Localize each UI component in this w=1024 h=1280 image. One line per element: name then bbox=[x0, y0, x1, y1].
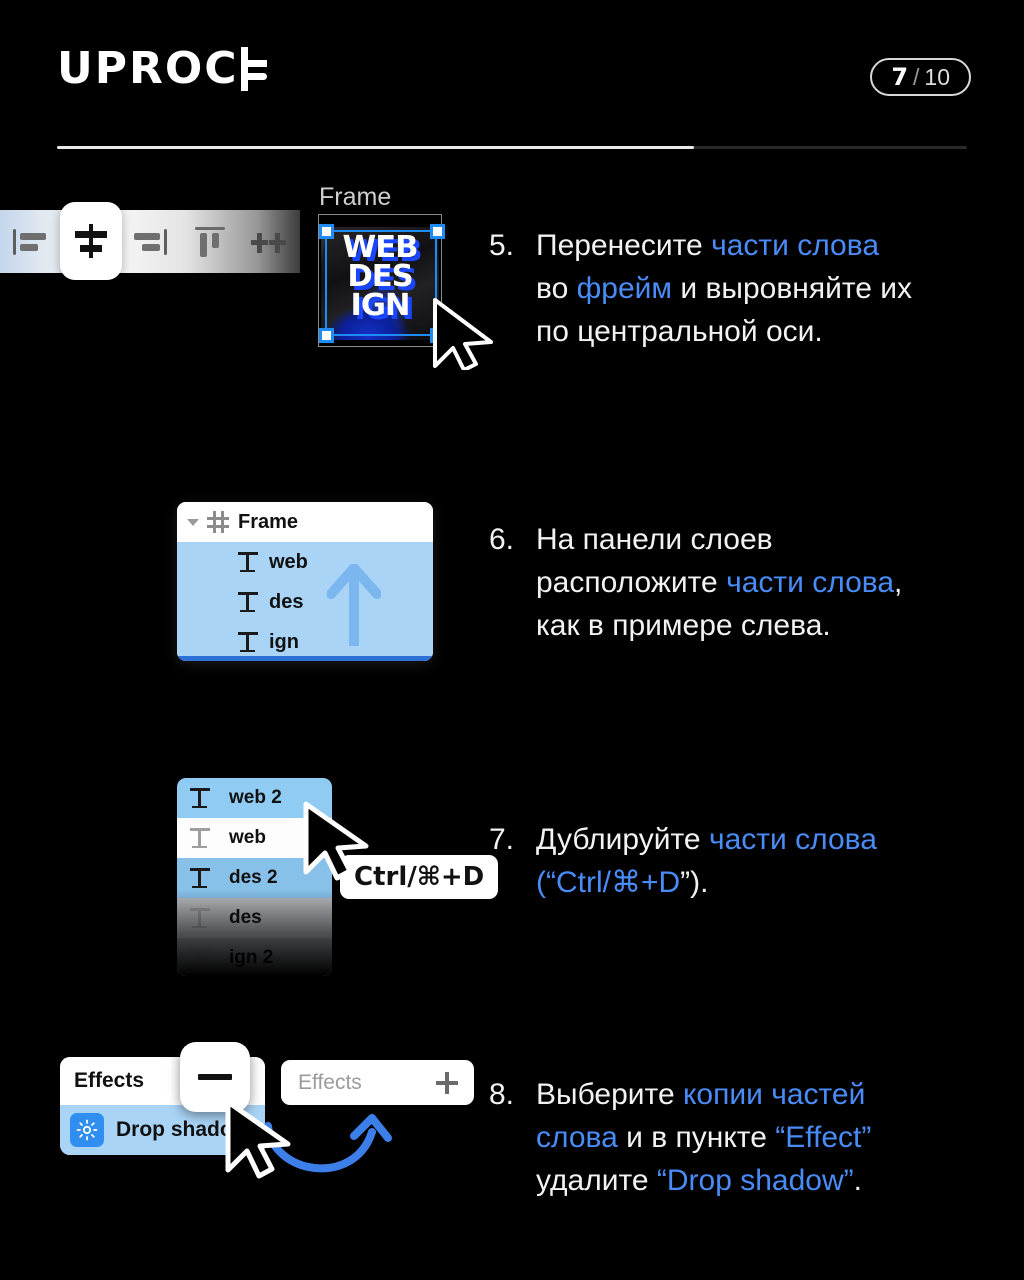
selection-rectangle bbox=[325, 230, 437, 336]
layer-name-web2: web 2 bbox=[229, 787, 282, 808]
align-left-button[interactable] bbox=[0, 210, 60, 273]
page-counter-separator: / bbox=[913, 63, 920, 90]
progress-bar-fill bbox=[57, 146, 694, 149]
selection-handle-bottom-left[interactable] bbox=[319, 328, 334, 343]
step-5-line3: по центральной оси. bbox=[536, 315, 823, 348]
step-6-line3: как в примере слева. bbox=[536, 609, 831, 642]
align-top-icon bbox=[195, 226, 225, 257]
align-right-button[interactable] bbox=[120, 210, 180, 273]
distribute-horizontal-icon bbox=[251, 229, 287, 255]
mouse-cursor-icon bbox=[222, 1098, 300, 1180]
panel-bottom-accent bbox=[177, 656, 433, 661]
layer-name-web: web bbox=[229, 827, 266, 848]
step-8-number: 8. bbox=[489, 1078, 515, 1111]
step-6-line2c: , bbox=[894, 566, 903, 599]
step-7-line2b: Ctrl/⌘+D bbox=[555, 866, 681, 899]
step-7-number: 7. bbox=[489, 823, 515, 856]
selection-handle-top-left[interactable] bbox=[319, 224, 334, 239]
layer-row-web[interactable]: web bbox=[177, 542, 433, 582]
layer-name-web: web bbox=[269, 550, 308, 573]
add-effect-button[interactable] bbox=[436, 1071, 458, 1094]
step-6-line2b: части слова bbox=[726, 566, 895, 599]
step-8-line3a: удалите bbox=[536, 1164, 657, 1197]
step-7-line2a: (“ bbox=[536, 866, 556, 899]
step-8-line3b: “Drop shadow” bbox=[656, 1164, 854, 1197]
page-counter-total: 10 bbox=[924, 63, 950, 90]
step-6-line2a: расположите bbox=[536, 566, 727, 599]
text-layer-icon bbox=[189, 827, 211, 849]
minus-icon bbox=[198, 1074, 232, 1080]
up-arrow-icon bbox=[326, 563, 382, 651]
step-8-line1a: Выберите bbox=[536, 1078, 683, 1111]
step-6-line1: На панели слоев bbox=[536, 523, 773, 556]
text-layer-icon bbox=[237, 591, 259, 613]
step-5-line2c: и выровняйте их bbox=[672, 272, 913, 305]
page-counter: 7 / 10 bbox=[870, 58, 971, 96]
step-6-text: 6. На панели слоев расположите части сло… bbox=[489, 518, 989, 647]
step-7-text: 7. Дублируйте части слова (“Ctrl/⌘+D”). bbox=[489, 818, 989, 904]
text-layer-icon bbox=[237, 631, 259, 653]
mouse-cursor-icon bbox=[300, 800, 378, 882]
layer-name-ign: ign bbox=[269, 630, 299, 653]
layer-name-des2: des 2 bbox=[229, 867, 278, 888]
layers-selection-group: web des ign bbox=[177, 542, 433, 661]
step-5-number: 5. bbox=[489, 229, 515, 262]
figma-align-toolbar[interactable] bbox=[0, 202, 300, 280]
selection-handle-top-right[interactable] bbox=[430, 224, 445, 239]
step-8-line2a: слова bbox=[536, 1121, 618, 1154]
progress-bar bbox=[57, 146, 967, 149]
step-5-line2a: во bbox=[536, 272, 577, 305]
align-right-icon bbox=[133, 228, 167, 255]
chevron-down-icon[interactable] bbox=[187, 518, 199, 526]
step-5-line1a: Перенесите bbox=[536, 229, 712, 262]
layers-panel-step6[interactable]: Frame web des ign bbox=[177, 502, 433, 661]
effects-title: Effects bbox=[74, 1069, 145, 1092]
step-8-line3c: . bbox=[853, 1164, 862, 1197]
text-layer-icon bbox=[237, 551, 259, 573]
layer-row-frame[interactable]: Frame bbox=[177, 502, 433, 542]
frame-icon bbox=[207, 511, 229, 533]
step-5-text: 5. Перенесите части слова во фрейм и выр… bbox=[489, 224, 989, 353]
text-layer-icon bbox=[189, 787, 211, 809]
layer-name-des: des bbox=[269, 590, 304, 613]
step-5-line1b: части слова bbox=[711, 229, 880, 262]
logo-text: UPROC bbox=[57, 43, 239, 94]
text-layer-icon bbox=[189, 867, 211, 889]
text-layer-icon bbox=[189, 947, 211, 969]
layer-name-des: des bbox=[229, 907, 262, 928]
effects-title-empty: Effects bbox=[298, 1070, 362, 1094]
step-7-line1b: части слова bbox=[708, 823, 877, 856]
step-6-number: 6. bbox=[489, 523, 515, 556]
step-7-line2c: ”). bbox=[680, 866, 709, 899]
step-8-line2b: и в пункте bbox=[617, 1121, 776, 1154]
frame-thumbnail-label: Frame bbox=[319, 183, 392, 211]
step-7-line1a: Дублируйте bbox=[536, 823, 709, 856]
step-5-line2b: фрейм bbox=[576, 272, 673, 305]
logo-k-glyph bbox=[240, 47, 267, 91]
text-layer-icon bbox=[189, 907, 211, 929]
layer-name-ign2: ign 2 bbox=[229, 947, 274, 968]
step-8-line1b: копии частей bbox=[682, 1078, 866, 1111]
align-left-icon bbox=[13, 228, 47, 255]
layer-row-des[interactable]: des bbox=[177, 582, 433, 622]
step-8-text: 8. Выберите копии частей слова и в пункт… bbox=[489, 1073, 989, 1202]
step-8-line2c: “Effect” bbox=[775, 1121, 872, 1154]
layer-name-frame: Frame bbox=[238, 510, 299, 533]
align-horizontal-centers-button[interactable] bbox=[60, 202, 122, 280]
layer-row-ign2[interactable]: ign 2 bbox=[177, 938, 332, 976]
distribute-horizontal-button[interactable] bbox=[240, 210, 300, 273]
align-horizontal-centers-icon bbox=[75, 224, 107, 258]
slide-header: UPROC 7 / 10 bbox=[0, 0, 1024, 135]
mouse-cursor-icon bbox=[431, 298, 503, 370]
effect-icon bbox=[70, 1113, 104, 1147]
align-top-button[interactable] bbox=[180, 210, 240, 273]
layer-row-des[interactable]: des bbox=[177, 898, 332, 938]
page-counter-current: 7 bbox=[891, 63, 909, 91]
uprock-logo: UPROC bbox=[57, 47, 267, 91]
